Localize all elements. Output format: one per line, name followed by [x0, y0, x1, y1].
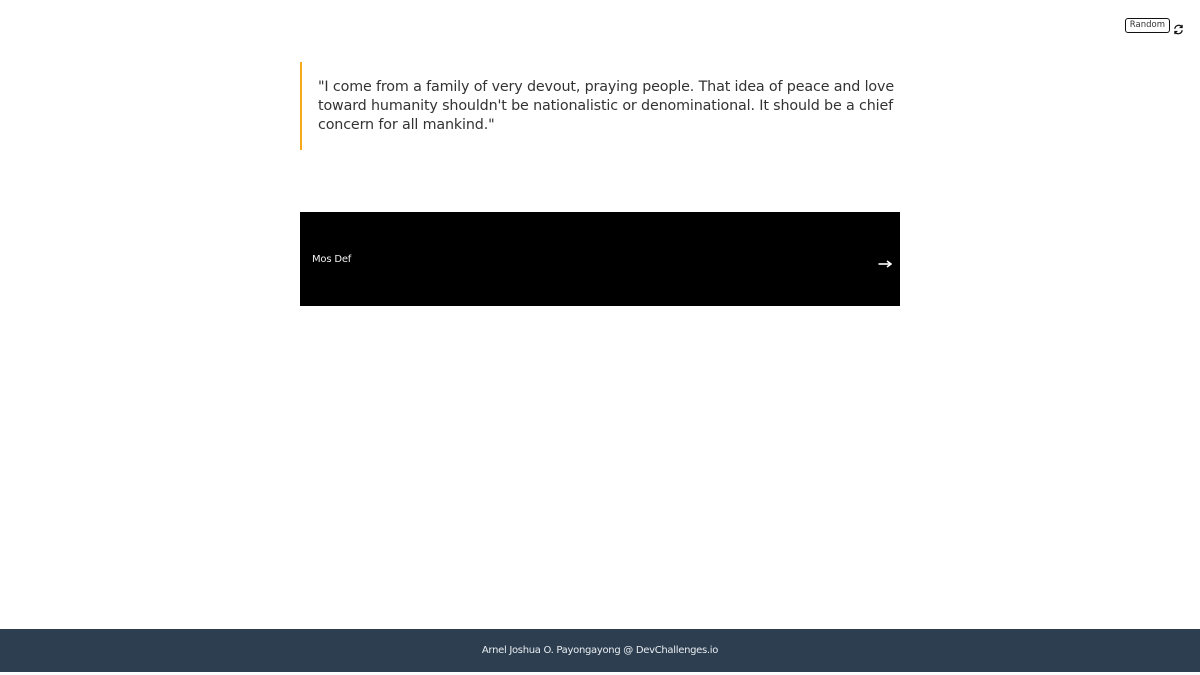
refresh-icon[interactable] [1173, 20, 1184, 35]
author-card[interactable]: Mos Def [300, 212, 900, 306]
random-control: Random [1124, 18, 1184, 35]
arrow-right-icon [878, 254, 893, 268]
quote-text: "I come from a family of very devout, pr… [318, 79, 894, 133]
footer-credit: Arnel Joshua O. Payongayong @ DevChallen… [481, 645, 719, 656]
footer: Arnel Joshua O. Payongayong @ DevChallen… [0, 629, 1200, 672]
author-name: Mos Def [312, 253, 352, 265]
random-button[interactable]: Random [1124, 18, 1170, 33]
quote-block: "I come from a family of very devout, pr… [300, 62, 900, 150]
